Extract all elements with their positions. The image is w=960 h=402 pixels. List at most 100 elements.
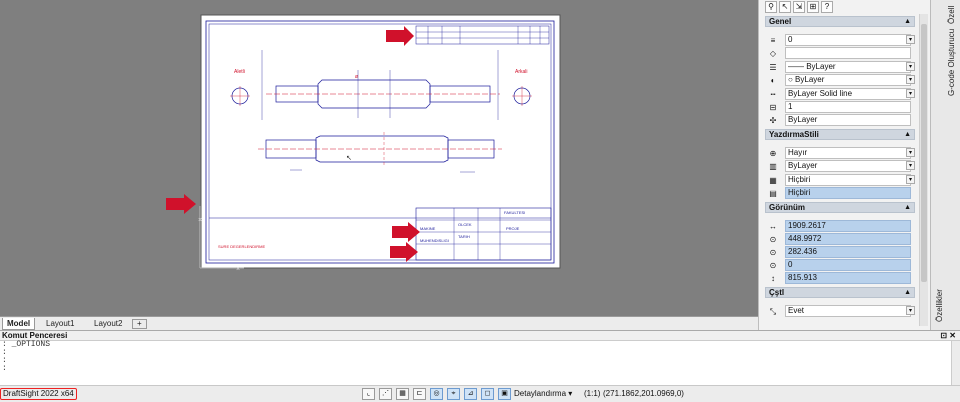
- svg-text:MUHENDISLIGI: MUHENDISLIGI: [420, 238, 449, 243]
- cursor-glyph: ↖: [346, 155, 352, 162]
- command-input[interactable]: :: [0, 365, 960, 373]
- section-gorunum[interactable]: Görünüm ▲: [765, 202, 915, 213]
- left-label: Aletli: [234, 69, 245, 75]
- dropdown-icon[interactable]: ▾: [906, 75, 915, 84]
- linetype-icon: ☰: [769, 63, 777, 72]
- drawing-canvas[interactable]: ø Aletli Arkali ↖ MAKINE MUHENDISLIGI FA…: [0, 0, 758, 316]
- collapse-icon: ▲: [904, 204, 911, 211]
- tab-layout1[interactable]: Layout1: [42, 318, 78, 330]
- dropdown-icon[interactable]: ▾: [906, 62, 915, 71]
- lineweight-toggle-icon[interactable]: ◻: [481, 388, 494, 400]
- select-icon[interactable]: ↖: [779, 1, 791, 13]
- ortho-icon[interactable]: ⊏: [413, 388, 426, 400]
- esnap-icon[interactable]: ⌖: [447, 388, 460, 400]
- color-icon: ◐: [770, 76, 776, 85]
- tab-layout2[interactable]: Layout2: [90, 318, 126, 330]
- properties-toolbar: ⚲ ↖ ⇲ ⊞ ?: [765, 1, 833, 13]
- prop-print-2[interactable]: ▥ ByLayer ▾: [765, 160, 915, 173]
- add-layout-button[interactable]: +: [132, 319, 147, 329]
- toggle-pickadd-icon[interactable]: ⊞: [807, 1, 819, 13]
- layer-icon: ≡: [770, 36, 776, 45]
- lineweight-icon: ┅: [770, 90, 776, 99]
- center-z-icon: ⊙: [769, 261, 777, 270]
- dropdown-icon[interactable]: ▾: [906, 89, 915, 98]
- svg-text:MAKINE: MAKINE: [420, 226, 436, 231]
- side-tabs: Özell G-code Oluşturucu Özellikler: [930, 0, 960, 330]
- style-icon: ▤: [769, 189, 777, 198]
- prop-print-3[interactable]: ▦ Hiçbiri ▾: [765, 174, 915, 187]
- prop-layer[interactable]: ≡ 0 ▾: [765, 34, 915, 47]
- height-icon: ↕: [771, 274, 775, 283]
- bottom-label: SURE DEGERLENDIRME: [218, 244, 265, 249]
- command-line: :: [2, 356, 7, 365]
- prop-print-4[interactable]: ▤ Hiçbiri: [765, 187, 915, 200]
- command-title: Komut Penceresi ⊡ ✕: [0, 331, 960, 341]
- dropdown-icon[interactable]: ▾: [906, 161, 915, 170]
- prop-linetype[interactable]: ☰ —— ByLayer ▾: [765, 61, 915, 74]
- scrollbar-thumb[interactable]: [921, 24, 927, 282]
- svg-text:PROJE: PROJE: [506, 226, 520, 231]
- close-icon[interactable]: ✕: [949, 331, 956, 340]
- prop-view-cy[interactable]: ⊙ 0: [765, 259, 915, 272]
- side-tab-ozell[interactable]: Özell: [947, 6, 956, 24]
- dropdown-icon[interactable]: ▾: [906, 35, 915, 44]
- app-name: DraftSight 2022 x64: [0, 388, 77, 400]
- properties-panel: ⚲ ↖ ⇲ ⊞ ? Genel ▲ ≡ 0 ▾ ◇ ☰ —— ByLayer ▾ ◐ ○ B…: [758, 0, 930, 330]
- properties-scrollbar[interactable]: [919, 14, 928, 326]
- prop-lineweight[interactable]: ┅ ByLayer Solid line ▾: [765, 88, 915, 101]
- command-scrollbar[interactable]: [951, 341, 960, 386]
- svg-text:TARIH: TARIH: [458, 234, 470, 239]
- prop-linescale[interactable]: ⊟ 1: [765, 101, 915, 114]
- layout-tabs: Model Layout1 Layout2 +: [0, 316, 758, 330]
- dropdown-icon[interactable]: ▾: [906, 306, 915, 315]
- dropdown-icon[interactable]: ▾: [906, 175, 915, 184]
- help-icon[interactable]: ?: [821, 1, 833, 13]
- grid-snap-icon[interactable]: ⋰: [379, 388, 392, 400]
- svg-text:×: ×: [198, 217, 202, 224]
- side-tab-ozellikler[interactable]: Özellikler: [935, 289, 944, 322]
- bars-icon: ▥: [769, 162, 777, 171]
- ucs-small-icon: ⤡: [769, 307, 777, 316]
- section-yazdirma[interactable]: YazdırmaStili ▲: [765, 129, 915, 140]
- coordinate-readout: (271.1862,201.0969,0): [603, 389, 684, 398]
- prop-plotstyle[interactable]: ✣ ByLayer: [765, 114, 915, 127]
- side-tab-gcode[interactable]: G-code Oluşturucu: [947, 29, 956, 96]
- red-arrow-left: [166, 194, 196, 214]
- pick-add-icon[interactable]: ⚲: [765, 1, 777, 13]
- snap-icon[interactable]: ⌞: [362, 388, 375, 400]
- dropdown-icon[interactable]: ▾: [906, 148, 915, 157]
- prop-color[interactable]: ◐ ○ ByLayer ▾: [765, 74, 915, 87]
- annotation-select[interactable]: Detaylandırma ▾: [514, 388, 580, 400]
- prop-transparency[interactable]: ◇: [765, 47, 915, 60]
- collapse-icon: ▲: [904, 289, 911, 296]
- svg-text:OLCEK: OLCEK: [458, 222, 472, 227]
- quick-select-icon[interactable]: ⇲: [793, 1, 805, 13]
- prop-view-width[interactable]: ↔ 1909.2617: [765, 220, 915, 233]
- width-icon: ↔: [769, 222, 777, 231]
- tab-model[interactable]: Model: [2, 318, 36, 330]
- prop-misc-1[interactable]: ⤡ Evet ▾: [765, 305, 915, 318]
- center-y-icon: ⊙: [769, 248, 777, 257]
- dynamic-input-icon[interactable]: ▣: [498, 388, 511, 400]
- etrack-icon[interactable]: ⊿: [464, 388, 477, 400]
- grid-icon[interactable]: ▦: [396, 388, 409, 400]
- status-bar: DraftSight 2022 x64 ⌞ ⋰ ▦ ⊏ ◎ ⌖ ⊿ ◻ ▣ De…: [0, 385, 960, 402]
- center-x-icon: ⊙: [769, 235, 777, 244]
- prop-view-cx[interactable]: ⊙ 282.436: [765, 246, 915, 259]
- section-cstl[interactable]: Çştl ▲: [765, 287, 915, 298]
- drawing-svg[interactable]: ø Aletli Arkali ↖ MAKINE MUHENDISLIGI FA…: [0, 0, 758, 316]
- svg-text:FAKULTESI: FAKULTESI: [504, 210, 525, 215]
- scale-readout: (1:1): [584, 389, 601, 398]
- table-icon: ▦: [769, 176, 777, 185]
- prop-view-cz[interactable]: ↕ 815.913: [765, 272, 915, 285]
- svg-text:×: ×: [236, 266, 240, 273]
- section-genel[interactable]: Genel ▲: [765, 16, 915, 27]
- polar-icon[interactable]: ◎: [430, 388, 443, 400]
- command-line: :: [2, 348, 7, 357]
- prop-view-height[interactable]: ⊙ 448.9972: [765, 233, 915, 246]
- pin-icon[interactable]: ⊡: [940, 331, 947, 340]
- right-label: Arkali: [515, 69, 528, 75]
- plot-icon: ✣: [769, 116, 777, 125]
- dim-label: ø: [355, 74, 358, 80]
- prop-print-1[interactable]: ⊕ Hayır ▾: [765, 147, 915, 160]
